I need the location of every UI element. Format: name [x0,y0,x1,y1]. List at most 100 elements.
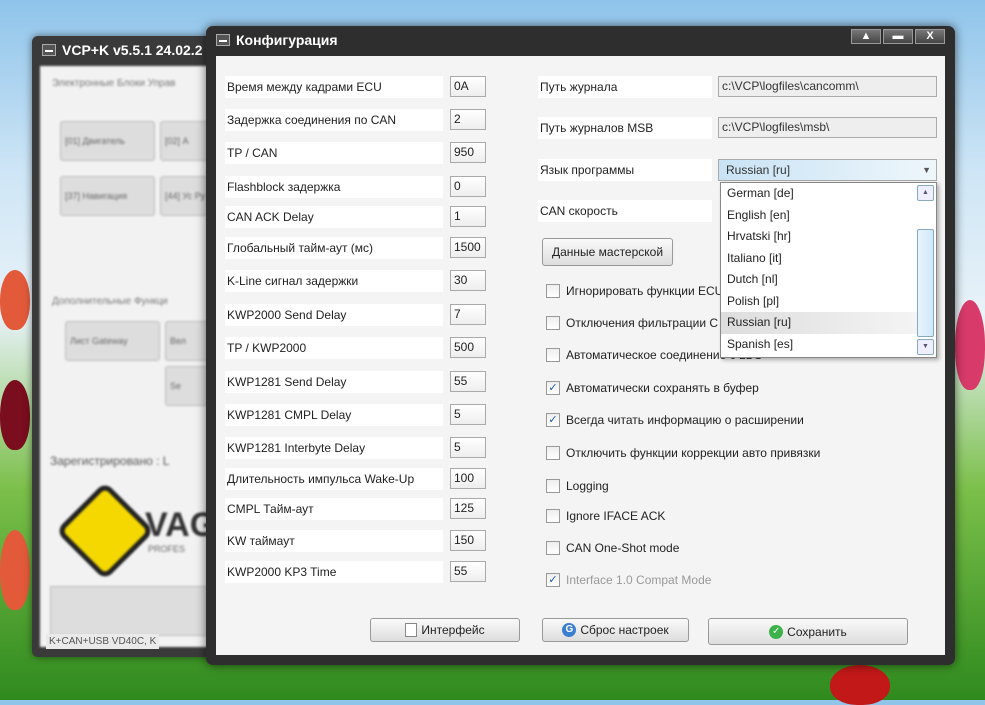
language-selected: Russian [ru] [726,163,791,177]
checkbox-label: Всегда читать информацию о расширении [566,413,804,427]
registered-label: Зарегистрировано : L [50,454,170,468]
checkbox-option[interactable]: ✓ Всегда читать информацию о расширении [546,413,804,427]
checkbox-option[interactable]: Ignore IFACE ACK [546,509,665,523]
save-button[interactable]: ✓ Сохранить [708,618,908,645]
system-menu-icon[interactable] [216,34,230,46]
setting-label: Длительность импульса Wake-Up [225,468,443,490]
language-option[interactable]: Hrvatski [hr] [721,226,917,248]
checkbox-unchecked-icon[interactable] [546,284,560,298]
ecu-button[interactable]: [37] Навигация [60,176,155,216]
setting-label: KWP2000 Send Delay [225,304,443,326]
language-option[interactable]: Spanish [es] [721,334,917,356]
maximize-button[interactable]: ▲ [851,29,881,44]
checkbox-unchecked-icon[interactable] [546,541,560,555]
log-path-field[interactable]: c:\VCP\logfiles\cancomm\ [718,76,937,97]
setting-value-field[interactable]: 55 [450,371,486,392]
checkbox-label: Interface 1.0 Compat Mode [566,573,712,587]
minimize-button[interactable]: ▬ [883,29,913,44]
scroll-up-icon[interactable]: ▲ [917,185,934,201]
setting-value-field[interactable]: 5 [450,404,486,425]
checkbox-option[interactable]: Отключить функции коррекции авто привязк… [546,446,820,460]
checkbox-unchecked-icon[interactable] [546,479,560,493]
checkbox-unchecked-icon[interactable] [546,316,560,330]
setting-label: CMPL Тайм-аут [225,498,443,520]
setting-value-field[interactable]: 0A [450,76,486,97]
language-option[interactable]: English [en] [721,205,917,227]
language-option[interactable]: Polish [pl] [721,291,917,313]
checkbox-option[interactable]: CAN One-Shot mode [546,541,679,555]
checkbox-unchecked-icon[interactable] [546,509,560,523]
setting-value-field[interactable]: 7 [450,304,486,325]
checkbox-label: CAN One-Shot mode [566,541,680,555]
language-select[interactable]: Russian [ru] ▼ [718,159,937,181]
setting-label: KW таймаут [225,530,443,552]
ecu-group-label: Электронные Блоки Управ [52,78,176,89]
checkbox-checked-icon[interactable]: ✓ [546,381,560,395]
checkbox-label: Ignore IFACE ACK [566,509,666,523]
reset-settings-button[interactable]: G Сброс настроек [542,618,689,642]
checkbox-label: Автоматически сохранять в буфер [566,381,759,395]
checkbox-option[interactable]: Отключения фильтрации C [546,316,718,330]
checkbox-label: Logging [566,479,609,493]
chevron-down-icon[interactable]: ▼ [922,160,931,180]
setting-value-field[interactable]: 950 [450,142,486,163]
gateway-button[interactable]: Лист Gateway [65,321,160,361]
scroll-down-icon[interactable]: ▼ [917,339,934,355]
msb-path-field[interactable]: c:\VCP\logfiles\msb\ [718,117,937,138]
extra-group-label: Дополнительные Функци [52,296,168,307]
setting-value-field[interactable]: 0 [450,176,486,197]
setting-label: KWP1281 CMPL Delay [225,404,443,426]
background-window[interactable]: VCP+K v5.5.1 24.02.2 Электронные Блоки У… [32,36,232,657]
dialog-title: Конфигурация [236,32,338,48]
language-label: Язык программы [538,159,712,181]
save-button-label: Сохранить [787,624,847,639]
setting-value-field[interactable]: 125 [450,498,486,519]
setting-label: Задержка соединения по CAN [225,109,443,131]
checkbox-checked-icon[interactable]: ✓ [546,413,560,427]
background-window-title: VCP+K v5.5.1 24.02.2 [62,42,203,58]
system-menu-icon[interactable] [42,44,56,56]
ecu-button[interactable]: [01] Двигатель [60,121,155,161]
reset-icon: G [562,623,577,637]
language-option[interactable]: Russian [ru] [721,312,917,334]
interface-button[interactable]: Интерфейс [370,618,520,642]
setting-value-field[interactable]: 5 [450,437,486,458]
checkbox-unchecked-icon[interactable] [546,348,560,362]
setting-value-field[interactable]: 100 [450,468,486,489]
logo-icon [55,481,155,581]
setting-value-field[interactable]: 500 [450,337,486,358]
msb-path-label: Путь журналов MSB [538,117,712,139]
checkbox-unchecked-icon[interactable] [546,446,560,460]
close-button[interactable]: X [915,29,945,44]
setting-value-field[interactable]: 150 [450,530,486,551]
status-bar-text: K+CAN+USB VD40C, K [46,634,160,649]
log-path-label: Путь журнала [538,76,712,98]
setting-label: TP / KWP2000 [225,337,443,359]
language-dropdown-list[interactable]: German [de] English [en] Hrvatski [hr] Ital… [720,182,937,358]
setting-value-field[interactable]: 2 [450,109,486,130]
checkbox-label: Игнорировать функции ECU [566,284,724,298]
setting-value-field[interactable]: 55 [450,561,486,582]
language-option[interactable]: Dutch [nl] [721,269,917,291]
background-panel [50,586,230,636]
scrollbar-thumb[interactable] [917,229,934,337]
dropdown-scrollbar[interactable]: ▲ ▼ [917,185,934,355]
checkbox-option[interactable]: ✓ Автоматически сохранять в буфер [546,381,759,395]
setting-label: KWP1281 Send Delay [225,371,443,393]
setting-label: CAN ACK Delay [225,206,443,228]
checkbox-option[interactable]: Игнорировать функции ECU [546,284,723,298]
logo-subtext: PROFES [148,544,186,554]
reset-button-label: Сброс настроек [580,623,669,637]
workshop-data-button[interactable]: Данные мастерской [542,238,673,266]
setting-value-field[interactable]: 1500 [450,237,486,258]
checkbox-option[interactable]: Logging [546,479,609,493]
checkbox-checked-icon[interactable]: ✓ [546,573,560,587]
language-option[interactable]: Italiano [it] [721,248,917,270]
setting-label: KWP2000 KP3 Time [225,561,443,583]
interface-button-label: Интерфейс [421,623,485,637]
setting-value-field[interactable]: 1 [450,206,486,227]
setting-value-field[interactable]: 30 [450,270,486,291]
checkbox-option[interactable]: ✓ Interface 1.0 Compat Mode [546,573,711,587]
setting-label: Глобальный тайм-аут (мс) [225,237,443,259]
language-option[interactable]: German [de] [721,183,917,205]
